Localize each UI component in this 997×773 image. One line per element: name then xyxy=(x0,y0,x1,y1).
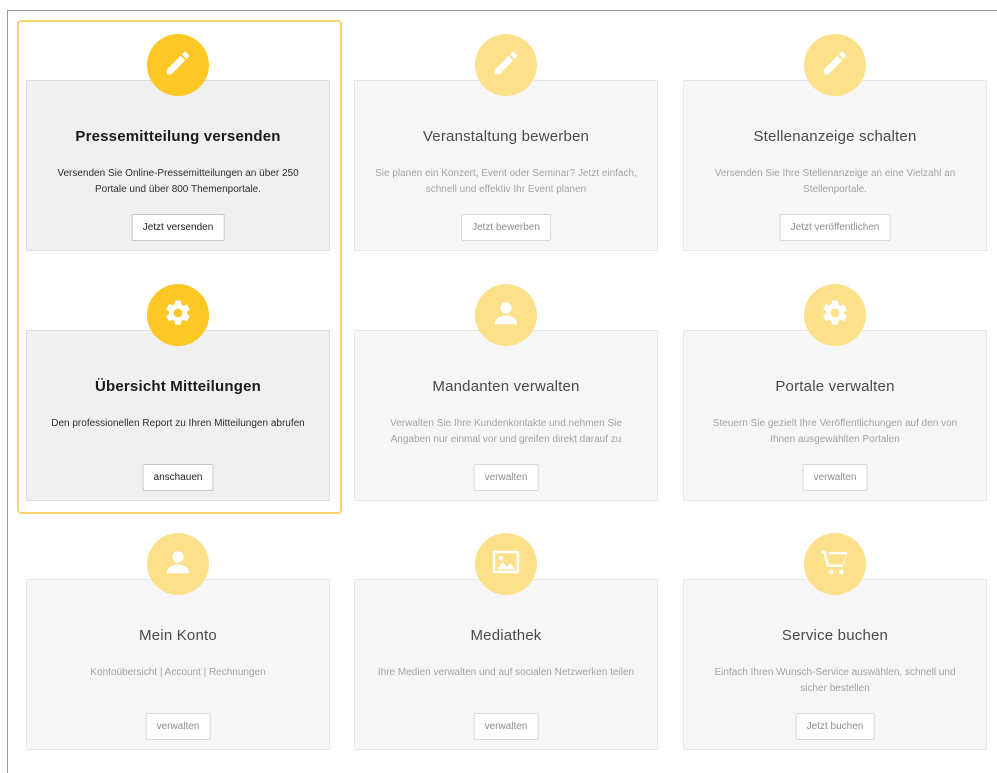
service-tile: Mein Konto Kontoübersicht | Account | Rec… xyxy=(26,520,330,770)
tile-title: Service buchen xyxy=(781,627,889,644)
gear-icon xyxy=(163,298,193,333)
cart-icon xyxy=(820,547,850,582)
user-icon xyxy=(163,547,193,582)
pencil-icon xyxy=(820,48,850,83)
tile-icon-circle xyxy=(475,34,537,96)
user-icon xyxy=(491,298,521,333)
service-tile: Übersicht Mitteilungen Den professionelle… xyxy=(26,271,330,521)
tile-description: Sie planen ein Konzert, Event oder Semin… xyxy=(375,168,637,195)
tile-action-button[interactable]: Jetzt buchen xyxy=(795,713,875,740)
tile-action-button[interactable]: verwalten xyxy=(473,713,539,740)
tile-icon-circle xyxy=(475,284,537,346)
tile-icon-circle xyxy=(804,284,866,346)
tile-title: Veranstaltung bewerben xyxy=(422,128,590,145)
tile-icon-circle xyxy=(147,34,209,96)
tile-title: Mandanten verwalten xyxy=(432,378,580,395)
tile-icon-circle xyxy=(147,533,209,595)
pencil-icon xyxy=(491,48,521,83)
service-tile: Stellenanzeige schalten Versenden Sie Ihr… xyxy=(683,21,987,271)
service-tile: Portale verwalten Steuern Sie gezielt Ihr… xyxy=(683,271,987,521)
tile-description: Einfach Ihren Wunsch-Service auswählen, … xyxy=(714,667,956,694)
tile-title: Übersicht Mitteilungen xyxy=(94,378,262,395)
tile-title: Portale verwalten xyxy=(775,378,895,395)
tile-title: Mein Konto xyxy=(139,627,217,644)
tile-icon-circle xyxy=(804,34,866,96)
tile-description: Versenden Sie Online-Pressemitteilungen … xyxy=(57,168,299,195)
tile-icon-circle xyxy=(147,284,209,346)
tile-action-button[interactable]: Jetzt veröffentlichen xyxy=(779,214,891,241)
tile-icon-circle xyxy=(475,533,537,595)
service-tile: Service buchen Einfach Ihren Wunsch-Servi… xyxy=(683,520,987,770)
service-tile: Veranstaltung bewerben Sie planen ein Kon… xyxy=(354,21,658,271)
tile-action-button[interactable]: anschauen xyxy=(142,464,214,491)
tile-description: Versenden Sie Ihre Stellenanzeige an ein… xyxy=(714,168,956,195)
service-tile: Mediathek Ihre Medien verwalten und auf s… xyxy=(354,520,658,770)
tile-action-button[interactable]: Jetzt bewerben xyxy=(461,214,551,241)
image-icon xyxy=(491,547,521,582)
tile-description: Den professionellen Report zu Ihren Mitt… xyxy=(51,418,305,429)
tile-action-button[interactable]: Jetzt versenden xyxy=(131,214,225,241)
service-tile: Mandanten verwalten Verwalten Sie Ihre Ku… xyxy=(354,271,658,521)
tile-description: Kontoübersicht | Account | Rechnungen xyxy=(90,667,266,678)
gear-icon xyxy=(820,298,850,333)
tile-description: Verwalten Sie Ihre Kundenkontakte und ne… xyxy=(390,418,622,445)
tile-title: Pressemitteilung versenden xyxy=(75,128,281,145)
tile-description: Ihre Medien verwalten und auf socialen N… xyxy=(377,667,635,678)
tile-action-button[interactable]: verwalten xyxy=(802,464,868,491)
tile-description: Steuern Sie gezielt Ihre Veröffentlichun… xyxy=(712,418,958,445)
service-tile: Pressemitteilung versenden Versenden Sie … xyxy=(26,21,330,271)
tile-action-button[interactable]: verwalten xyxy=(473,464,539,491)
tile-title: Stellenanzeige schalten xyxy=(753,128,917,145)
pencil-icon xyxy=(163,48,193,83)
tile-icon-circle xyxy=(804,533,866,595)
tile-title: Mediathek xyxy=(470,627,542,644)
tile-action-button[interactable]: verwalten xyxy=(145,713,211,740)
